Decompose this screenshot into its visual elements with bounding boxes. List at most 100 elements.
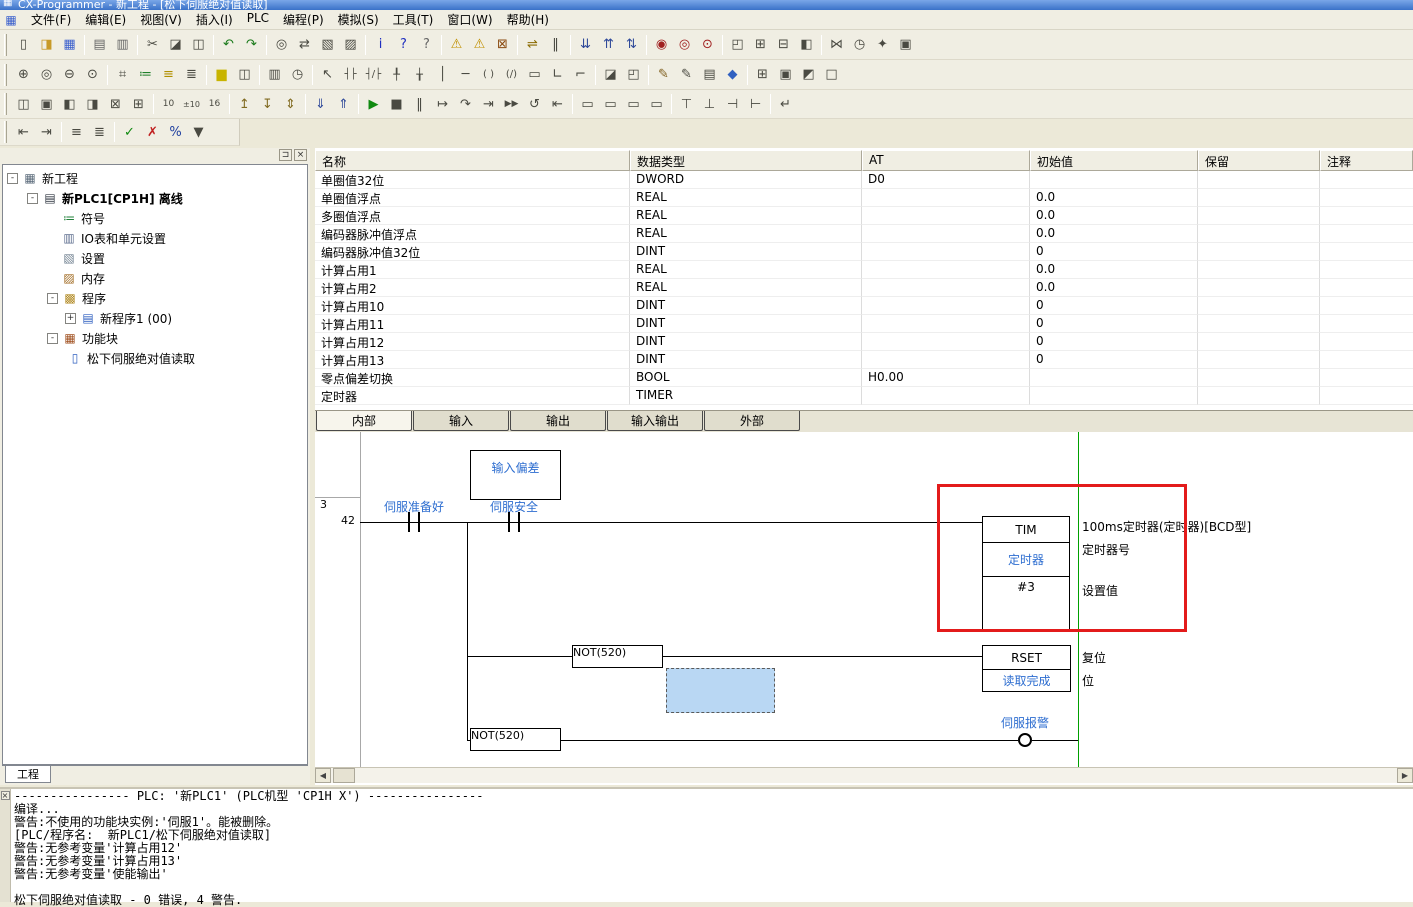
window-tile-v-icon[interactable]: ◧ <box>795 34 818 56</box>
options-icon[interactable]: ✦ <box>871 34 894 56</box>
tab-input[interactable]: 输入 <box>413 411 509 431</box>
cell-data-type[interactable]: REAL <box>630 225 862 243</box>
instruction-operand[interactable]: 读取完成 <box>983 669 1070 691</box>
return-icon[interactable]: ↵ <box>774 93 797 115</box>
horizontal-scrollbar[interactable]: ◀ ▶ <box>315 767 1413 783</box>
单圈值32位[interactable]: 单圈值32位 DWORD D0 <box>315 171 1413 189</box>
delete-segment-icon[interactable]: ∟ <box>546 64 569 86</box>
cell-at[interactable] <box>862 279 1030 297</box>
close-icon[interactable]: × <box>294 149 307 161</box>
cell-data-type[interactable]: DINT <box>630 243 862 261</box>
cell-retain[interactable] <box>1198 315 1320 333</box>
计算占用2[interactable]: 计算占用2 REAL 0.0 <box>315 279 1413 297</box>
cell-data-type[interactable]: REAL <box>630 189 862 207</box>
mem-compare-icon[interactable]: ▭ <box>645 93 668 115</box>
cell-at[interactable] <box>862 387 1030 405</box>
cell-retain[interactable] <box>1198 243 1320 261</box>
cell-at[interactable] <box>862 315 1030 333</box>
column-header[interactable]: 保留 <box>1198 150 1320 171</box>
cell-initial-value[interactable]: 0.0 <box>1030 225 1198 243</box>
cell-at[interactable] <box>862 207 1030 225</box>
compile-all-icon[interactable]: ⚠ <box>468 34 491 56</box>
cell-retain[interactable] <box>1198 279 1320 297</box>
cell-data-type[interactable]: REAL <box>630 261 862 279</box>
collapse-icon[interactable]: - <box>47 293 58 304</box>
print-icon[interactable]: ▤ <box>88 34 111 56</box>
column-header[interactable]: 数据类型 <box>630 150 862 171</box>
定时器[interactable]: 定时器 TIMER <box>315 387 1413 405</box>
零点偏差切换[interactable]: 零点偏差切换 BOOL H0.00 <box>315 369 1413 387</box>
new-or-closed-contact-icon[interactable]: ╁ <box>408 64 431 86</box>
menu-item[interactable]: 文件(F) <box>24 9 78 30</box>
help-icon[interactable]: ? <box>392 34 415 56</box>
toolbar-grip[interactable] <box>4 93 7 115</box>
cell-data-type[interactable]: DINT <box>630 333 862 351</box>
tab-project[interactable]: 工程 <box>5 766 51 783</box>
select-mode-icon[interactable]: ↖ <box>316 64 339 86</box>
cell-name[interactable]: 计算占用2 <box>315 279 630 297</box>
menu-item[interactable]: 窗口(W) <box>440 9 499 30</box>
collapse-icon[interactable]: - <box>47 333 58 344</box>
cell-retain[interactable] <box>1198 261 1320 279</box>
mem-transfer-icon[interactable]: ▭ <box>622 93 645 115</box>
tree-item-plc[interactable]: - ▤ 新PLC1[CP1H] 离线 <box>3 188 307 208</box>
paste-icon[interactable]: ◫ <box>187 34 210 56</box>
pause-monitor-icon[interactable]: ‖ <box>544 34 567 56</box>
diff-monitor-icon[interactable]: ⊙ <box>696 34 719 56</box>
cell-name[interactable]: 定时器 <box>315 387 630 405</box>
tree-item-io-table[interactable]: ▥ IO表和单元设置 <box>3 228 307 248</box>
编码器脉冲值32位[interactable]: 编码器脉冲值32位 DINT 0 <box>315 243 1413 261</box>
copy-icon[interactable]: ◪ <box>164 34 187 56</box>
monitor-icon[interactable]: ◉ <box>650 34 673 56</box>
cell-data-type[interactable]: DINT <box>630 315 862 333</box>
menu-item[interactable]: 插入(I) <box>189 9 240 30</box>
cell-retain[interactable] <box>1198 171 1320 189</box>
cell-name[interactable]: 计算占用11 <box>315 315 630 333</box>
cell-data-type[interactable]: REAL <box>630 279 862 297</box>
cell-data-type[interactable]: DINT <box>630 351 862 369</box>
计算占用13[interactable]: 计算占用13 DINT 0 <box>315 351 1413 369</box>
sim-run-icon[interactable]: ▶ <box>362 93 385 115</box>
info-icon[interactable]: i <box>369 34 392 56</box>
cell-name[interactable]: 计算占用12 <box>315 333 630 351</box>
zoom-out-icon[interactable]: ⊖ <box>58 64 81 86</box>
output-window-icon[interactable]: □ <box>820 64 843 86</box>
sim-pause-icon[interactable]: ‖ <box>408 93 431 115</box>
scrollbar-thumb[interactable] <box>333 768 355 783</box>
tree-item-symbols[interactable]: ≔ 符号 <box>3 208 307 228</box>
tab-input-output[interactable]: 输入输出 <box>607 411 703 431</box>
new-file-icon[interactable]: ▯ <box>12 34 35 56</box>
expand-icon[interactable]: + <box>65 313 76 324</box>
cell-initial-value[interactable] <box>1030 171 1198 189</box>
cell-comment[interactable] <box>1320 171 1413 189</box>
cell-name[interactable]: 零点偏差切换 <box>315 369 630 387</box>
contact-servo-safe[interactable] <box>505 512 523 532</box>
cell-at[interactable] <box>862 297 1030 315</box>
sim-continuous-icon[interactable]: ▶▶ <box>500 93 523 115</box>
indent-right-icon[interactable]: ⇥ <box>35 121 58 143</box>
download-icon[interactable]: ⇊ <box>574 34 597 56</box>
sim-stop-icon[interactable]: ■ <box>385 93 408 115</box>
cell-initial-value[interactable]: 0.0 <box>1030 279 1198 297</box>
display-hex-icon[interactable]: 16 <box>203 93 226 115</box>
cell-comment[interactable] <box>1320 279 1413 297</box>
menu-item[interactable]: 编程(P) <box>276 9 331 30</box>
tree-item-programs[interactable]: - ▩ 程序 <box>3 288 307 308</box>
window-tile-h-icon[interactable]: ⊟ <box>772 34 795 56</box>
cell-retain[interactable] <box>1198 297 1320 315</box>
window-arrange-icon[interactable]: ▣ <box>35 93 58 115</box>
cell-data-type[interactable]: DWORD <box>630 171 862 189</box>
new-contact-icon[interactable]: ┤├ <box>339 64 362 86</box>
monitor-window-icon[interactable]: ▥ <box>263 64 286 86</box>
menu-item[interactable]: 模拟(S) <box>331 9 386 30</box>
open-file-icon[interactable]: ◨ <box>35 34 58 56</box>
output-coil[interactable] <box>1018 733 1032 747</box>
transfer-from-plc-icon[interactable]: ⇑ <box>332 93 355 115</box>
cell-initial-value[interactable]: 0 <box>1030 315 1198 333</box>
transfer-to-plc-icon[interactable]: ⇓ <box>309 93 332 115</box>
cell-data-type[interactable]: DINT <box>630 297 862 315</box>
input-deviation-box[interactable]: 输入偏差 <box>470 450 561 500</box>
cross-icon[interactable]: ✗ <box>141 121 164 143</box>
cell-comment[interactable] <box>1320 369 1413 387</box>
save-icon[interactable]: ▦ <box>58 34 81 56</box>
